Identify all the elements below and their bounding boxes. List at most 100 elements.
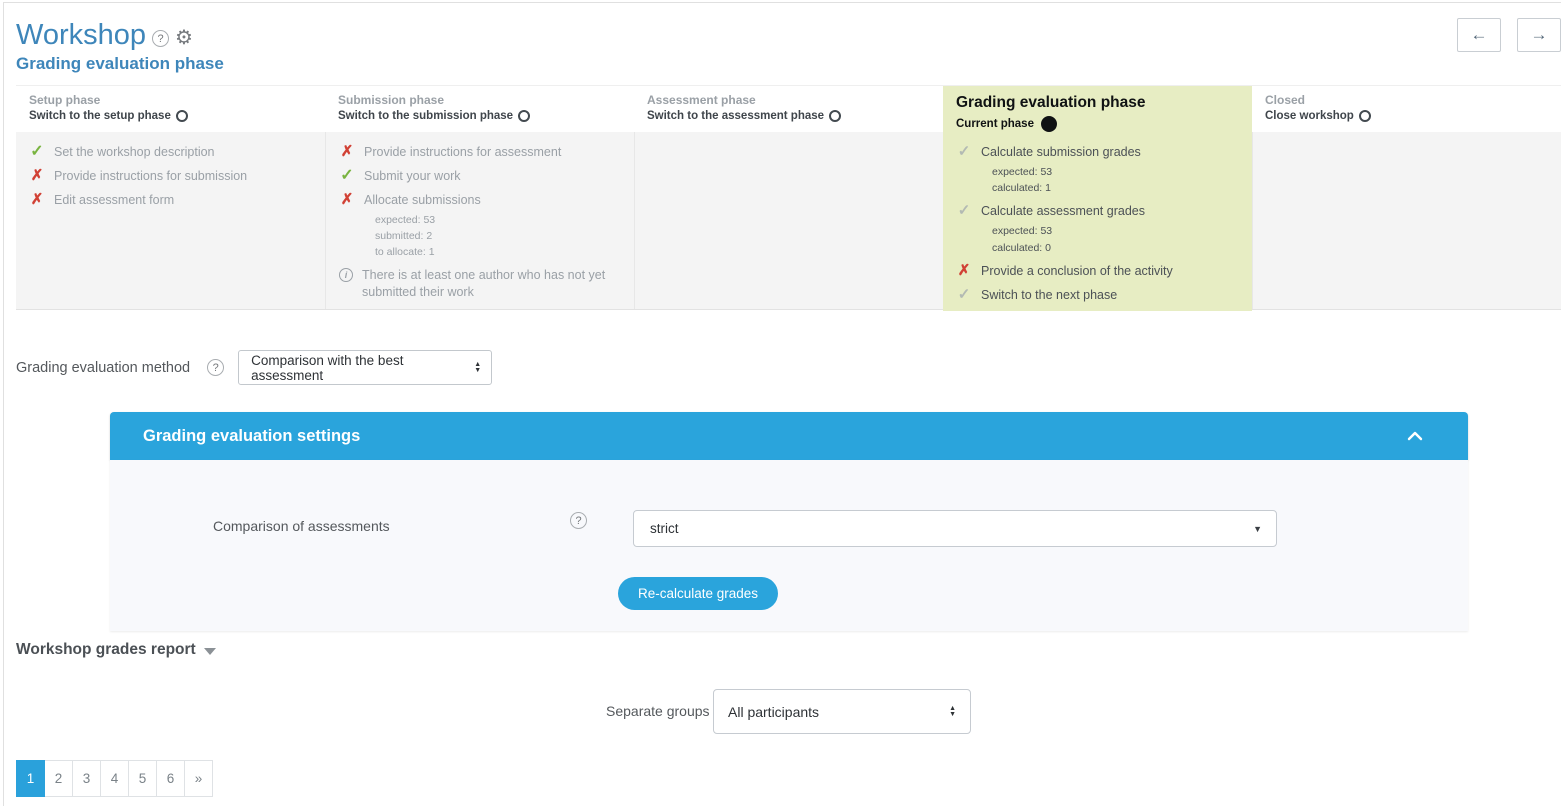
phase-header: Setup phase Switch to the setup phase <box>16 86 325 132</box>
pending-icon: ✓ <box>956 203 972 218</box>
switch-phase-action[interactable]: Switch to the assessment phase <box>647 110 841 122</box>
task-details: expected: 53submitted: 2to allocate: 1 <box>375 212 620 261</box>
workshop-page: Workshop ? ⚙ Grading evaluation phase ← … <box>0 0 1561 806</box>
task-item: ✓ Switch to the next phase <box>956 287 1238 304</box>
grading-evaluation-method-row: Grading evaluation method ? Comparison w… <box>16 350 492 385</box>
phase-radio-icon[interactable] <box>518 110 530 122</box>
pagination: 123456» <box>16 760 213 797</box>
pagination-page-2[interactable]: 2 <box>45 760 73 797</box>
pending-icon: ✓ <box>956 287 972 302</box>
phase-action-label: Switch to the assessment phase <box>647 110 824 122</box>
done-icon: ✓ <box>29 144 45 160</box>
switch-phase-action[interactable]: Switch to the setup phase <box>29 110 188 122</box>
task-item: ✓ Set the workshop description <box>29 144 311 161</box>
pagination-page-1[interactable]: 1 <box>16 760 45 797</box>
fail-icon: ✗ <box>956 263 972 278</box>
task-label: Allocate submissions <box>364 192 481 209</box>
task-item: ✗Edit assessment form <box>29 192 311 209</box>
next-activity-button[interactable]: → <box>1517 18 1561 52</box>
selected-group-value: All participants <box>728 704 819 720</box>
help-icon[interactable]: ? <box>152 30 169 47</box>
task-label: Edit assessment form <box>54 192 174 209</box>
left-arrow-icon: ← <box>1471 25 1488 45</box>
caret-down-icon <box>204 648 216 655</box>
phase-title: Assessment phase <box>647 93 933 107</box>
task-item: i There is at least one author who has no… <box>339 267 620 301</box>
phase-header: Assessment phase Switch to the assessment… <box>634 86 943 132</box>
phase-column-submission-phase: Submission phase Switch to the submission… <box>325 86 634 309</box>
task-label: Provide a conclusion of the activity <box>981 263 1173 280</box>
task-details: expected: 53calculated: 1 <box>992 164 1238 197</box>
phase-task-list <box>1252 132 1561 309</box>
phase-title: Closed <box>1265 93 1551 107</box>
task-label: Submit your work <box>364 168 461 185</box>
comparison-select[interactable]: strict ▼ <box>633 510 1277 547</box>
phase-column-assessment-phase: Assessment phase Switch to the assessment… <box>634 86 943 309</box>
task-label: Set the workshop description <box>54 144 215 161</box>
phase-task-list: ✓Calculate submission grades expected: 53… <box>943 132 1252 311</box>
phase-action-label: Switch to the setup phase <box>29 110 171 122</box>
pending-icon: ✓ <box>956 144 972 159</box>
separate-groups-select[interactable]: All participants ▲▼ <box>713 689 971 734</box>
pagination-page-6[interactable]: 6 <box>157 760 185 797</box>
task-label: Switch to the next phase <box>981 287 1117 304</box>
previous-activity-button[interactable]: ← <box>1457 18 1501 52</box>
phase-action-label: Current phase <box>956 118 1034 130</box>
select-arrows-icon: ▲▼ <box>474 362 481 374</box>
select-arrows-icon: ▲▼ <box>949 706 956 718</box>
pagination-next[interactable]: » <box>185 760 213 797</box>
phase-title: Submission phase <box>338 93 624 107</box>
pagination-page-5[interactable]: 5 <box>129 760 157 797</box>
recalculate-grades-button[interactable]: Re-calculate grades <box>618 577 778 610</box>
settings-panel-header: Grading evaluation settings <box>110 412 1468 460</box>
pagination-page-3[interactable]: 3 <box>73 760 101 797</box>
gear-icon[interactable]: ⚙ <box>175 25 193 50</box>
help-icon[interactable]: ? <box>570 512 587 529</box>
phase-table: Setup phase Switch to the setup phase ✓ Set… <box>16 85 1561 310</box>
phase-title: Grading evaluation phase <box>956 94 1242 112</box>
task-label: Provide instructions for assessment <box>364 144 561 161</box>
done-icon: ✓ <box>339 168 355 184</box>
page-header: Workshop ? ⚙ <box>16 20 193 50</box>
settings-panel-title: Grading evaluation settings <box>143 427 360 446</box>
selected-comparison-value: strict <box>650 521 679 536</box>
phase-action-label: Close workshop <box>1265 110 1354 122</box>
switch-phase-action[interactable]: Switch to the submission phase <box>338 110 530 122</box>
workshop-grades-report-toggle[interactable]: Workshop grades report <box>16 641 216 659</box>
phase-radio-icon[interactable] <box>1359 110 1371 122</box>
settings-panel-body: Comparison of assessments ? strict ▼ Re-… <box>110 460 1468 631</box>
grading-evaluation-method-select[interactable]: Comparison with the best assessment ▲▼ <box>238 350 492 385</box>
current-phase-dot-icon <box>1041 116 1057 132</box>
task-item: ✓ Submit your work <box>339 168 620 185</box>
phase-radio-icon[interactable] <box>176 110 188 122</box>
dropdown-arrow-icon: ▼ <box>1253 524 1262 534</box>
task-details: expected: 53calculated: 0 <box>992 223 1238 256</box>
switch-phase-action[interactable]: Close workshop <box>1265 110 1371 122</box>
collapse-chevron-icon[interactable] <box>1407 431 1423 441</box>
separate-groups-label: Separate groups <box>606 703 710 719</box>
phase-header: Closed Close workshop <box>1252 86 1561 132</box>
phase-task-list: ✓ Set the workshop description ✗Provide in… <box>16 132 325 309</box>
fail-icon: ✗ <box>339 144 355 159</box>
page-title: Workshop <box>16 20 146 50</box>
task-item: ✗Provide instructions for submission <box>29 168 311 185</box>
task-item: ✗ Provide instructions for assessment <box>339 144 620 161</box>
phase-header: Submission phase Switch to the submission… <box>325 86 634 132</box>
right-arrow-icon: → <box>1531 25 1548 45</box>
phase-column-closed: Closed Close workshop <box>1252 86 1561 309</box>
info-icon: i <box>339 268 353 282</box>
phase-title: Setup phase <box>29 93 315 107</box>
phase-column-setup-phase: Setup phase Switch to the setup phase ✓ Set… <box>16 86 325 309</box>
phase-header: Grading evaluation phase Current phase <box>943 86 1252 132</box>
grading-evaluation-settings-panel: Grading evaluation settings Comparison o… <box>110 412 1468 631</box>
task-label: There is at least one author who has not… <box>362 267 620 301</box>
task-item: ✓Calculate submission grades <box>956 144 1238 161</box>
selected-method-value: Comparison with the best assessment <box>251 353 474 383</box>
task-label: Calculate assessment grades <box>981 203 1145 220</box>
phase-action-label: Switch to the submission phase <box>338 110 513 122</box>
phase-task-list <box>634 132 943 309</box>
pagination-page-4[interactable]: 4 <box>101 760 129 797</box>
phase-radio-icon[interactable] <box>829 110 841 122</box>
report-title-label: Workshop grades report <box>16 641 196 659</box>
help-icon[interactable]: ? <box>207 359 224 376</box>
